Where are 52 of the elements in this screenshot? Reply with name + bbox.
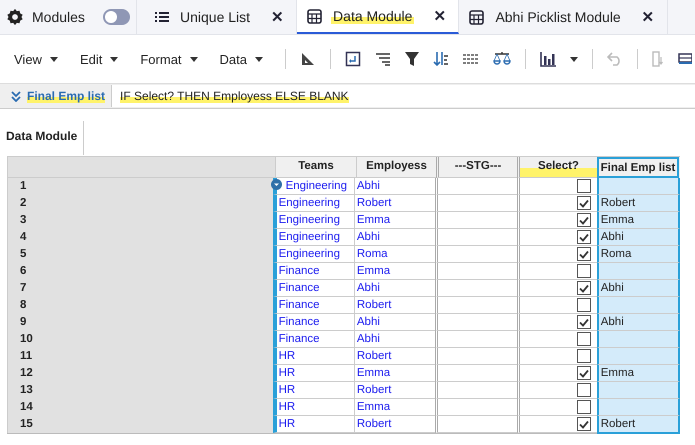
table-cell: Engineering	[272, 178, 354, 195]
column-header[interactable]: Teams	[275, 157, 356, 178]
table-cell: Robert	[354, 348, 436, 365]
table-cell: Robert	[354, 195, 436, 212]
table-cell: Emma	[596, 365, 680, 382]
table-cell: Emma	[354, 263, 436, 280]
table-cell: Robert	[596, 416, 680, 434]
close-icon[interactable]: ✕	[433, 7, 446, 25]
table-cell: Robert	[354, 297, 436, 314]
modules-label: Modules	[32, 9, 85, 25]
row-number: 13	[7, 382, 273, 399]
table-cell: Abhi	[354, 178, 436, 195]
close-icon[interactable]: ✕	[271, 8, 284, 26]
table-cell: Emma	[354, 399, 436, 416]
row-number: 8	[7, 297, 273, 314]
table-cell: Roma	[596, 246, 680, 263]
row-number: 4	[7, 229, 273, 246]
table-cell: Robert	[596, 195, 680, 212]
menu-dropdown[interactable]: Edit	[80, 52, 118, 66]
table-cell: Abhi	[354, 314, 436, 331]
row-number: 12	[7, 365, 273, 382]
menu-dropdown[interactable]: View	[14, 52, 58, 66]
row-number: 9	[7, 314, 273, 331]
row-number: 2	[7, 195, 273, 212]
table-cell: Emma	[596, 212, 680, 229]
table-cell: Abhi	[354, 331, 436, 348]
table-cell: Abhi	[596, 229, 680, 246]
table-cell: Abhi	[354, 229, 436, 246]
row-number: 5	[7, 246, 273, 263]
table-cell: Abhi	[354, 280, 436, 297]
row-number: 11	[7, 348, 273, 365]
table-cell: Emma	[354, 365, 436, 382]
view-tab[interactable]: Data Module	[0, 121, 84, 155]
table-cell: HR	[272, 416, 354, 433]
row-number: 14	[7, 399, 273, 416]
row-number: 10	[7, 331, 273, 348]
row-number: 3	[7, 212, 273, 229]
close-icon[interactable]: ✕	[642, 8, 655, 26]
column-header[interactable]: Final Emp list	[597, 157, 679, 178]
menu-dropdown[interactable]: Format	[140, 52, 198, 66]
table-cell: Abhi	[596, 280, 680, 297]
table-cell: Robert	[354, 382, 436, 399]
table-cell: Roma	[354, 246, 436, 263]
table-cell: Robert	[354, 416, 436, 433]
row-number: 6	[7, 263, 273, 280]
row-number: 7	[7, 280, 273, 297]
menu-dropdown[interactable]: Data	[220, 52, 263, 66]
column-header[interactable]: Employess	[356, 157, 436, 178]
table-cell: Abhi	[596, 314, 680, 331]
row-number: 1	[7, 178, 273, 195]
table-cell: Emma	[354, 212, 436, 229]
row-number: 15	[7, 416, 273, 433]
